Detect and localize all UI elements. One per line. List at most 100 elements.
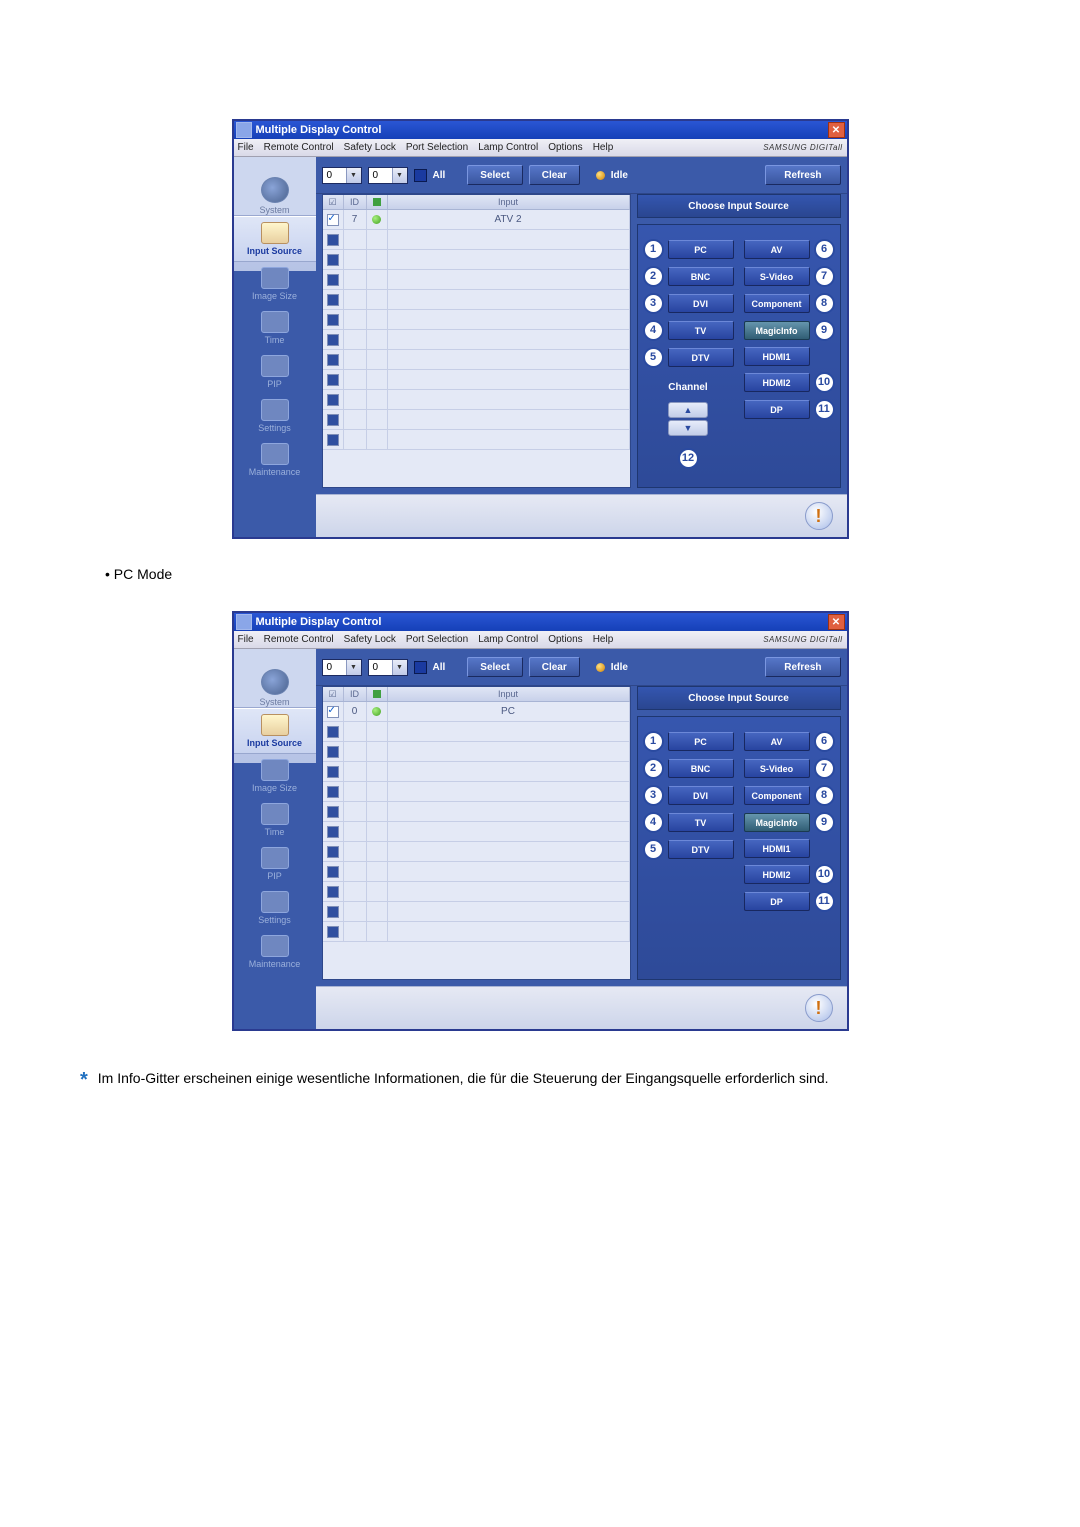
sidebar-item-pip[interactable]: PIP bbox=[234, 350, 316, 394]
col-status[interactable] bbox=[367, 687, 388, 701]
source-component-button[interactable]: Component bbox=[744, 786, 810, 805]
source-hdmi1-button[interactable]: HDMI1 bbox=[744, 347, 810, 366]
col-input[interactable]: Input bbox=[388, 687, 630, 701]
table-row[interactable] bbox=[323, 230, 630, 250]
source-dp-button[interactable]: DP bbox=[744, 892, 810, 911]
channel-down-button[interactable]: ▼ bbox=[668, 420, 708, 436]
source-tv-button[interactable]: TV bbox=[668, 813, 734, 832]
table-row[interactable] bbox=[323, 782, 630, 802]
table-row[interactable]: 7 ATV 2 bbox=[323, 210, 630, 230]
select-button[interactable]: Select bbox=[467, 165, 522, 185]
source-hdmi2-button[interactable]: HDMI2 bbox=[744, 865, 810, 884]
menu-help[interactable]: Help bbox=[593, 142, 614, 153]
menu-safety-lock[interactable]: Safety Lock bbox=[344, 634, 396, 645]
clear-button[interactable]: Clear bbox=[529, 165, 580, 185]
menu-port-selection[interactable]: Port Selection bbox=[406, 634, 468, 645]
table-row[interactable] bbox=[323, 882, 630, 902]
info-icon[interactable]: ! bbox=[805, 502, 833, 530]
table-row[interactable] bbox=[323, 410, 630, 430]
source-dtv-button[interactable]: DTV bbox=[668, 840, 734, 859]
source-bnc-button[interactable]: BNC bbox=[668, 267, 734, 286]
table-row[interactable] bbox=[323, 350, 630, 370]
sidebar-item-system[interactable]: System bbox=[234, 649, 316, 708]
source-dp-button[interactable]: DP bbox=[744, 400, 810, 419]
sidebar-item-input-source[interactable]: Input Source bbox=[234, 216, 316, 262]
clear-button[interactable]: Clear bbox=[529, 657, 580, 677]
sidebar-item-settings[interactable]: Settings bbox=[234, 886, 316, 930]
source-hdmi1-button[interactable]: HDMI1 bbox=[744, 839, 810, 858]
source-magicinfo-button[interactable]: MagicInfo bbox=[744, 813, 810, 832]
sidebar-item-image-size[interactable]: Image Size bbox=[234, 262, 316, 306]
sidebar-item-time[interactable]: Time bbox=[234, 798, 316, 842]
dropdown-2[interactable]: 0▼ bbox=[368, 167, 408, 184]
sidebar-item-pip[interactable]: PIP bbox=[234, 842, 316, 886]
refresh-button[interactable]: Refresh bbox=[765, 165, 840, 185]
row-checkbox[interactable] bbox=[327, 706, 339, 718]
menu-remote-control[interactable]: Remote Control bbox=[264, 634, 334, 645]
source-bnc-button[interactable]: BNC bbox=[668, 759, 734, 778]
table-row[interactable] bbox=[323, 370, 630, 390]
sidebar-item-maintenance[interactable]: Maintenance bbox=[234, 438, 316, 482]
source-svideo-button[interactable]: S-Video bbox=[744, 267, 810, 286]
all-checkbox[interactable] bbox=[414, 169, 427, 182]
dropdown-2[interactable]: 0▼ bbox=[368, 659, 408, 676]
close-icon[interactable]: ✕ bbox=[828, 122, 845, 138]
select-button[interactable]: Select bbox=[467, 657, 522, 677]
menu-file[interactable]: File bbox=[238, 634, 254, 645]
table-row[interactable] bbox=[323, 822, 630, 842]
menu-options[interactable]: Options bbox=[548, 634, 582, 645]
source-hdmi2-button[interactable]: HDMI2 bbox=[744, 373, 810, 392]
source-av-button[interactable]: AV bbox=[744, 732, 810, 751]
menu-lamp-control[interactable]: Lamp Control bbox=[478, 634, 538, 645]
table-row[interactable] bbox=[323, 862, 630, 882]
all-checkbox[interactable] bbox=[414, 661, 427, 674]
table-row[interactable] bbox=[323, 250, 630, 270]
table-row[interactable] bbox=[323, 430, 630, 450]
table-row[interactable] bbox=[323, 902, 630, 922]
source-dvi-button[interactable]: DVI bbox=[668, 786, 734, 805]
table-row[interactable] bbox=[323, 742, 630, 762]
source-component-button[interactable]: Component bbox=[744, 294, 810, 313]
dropdown-1[interactable]: 0▼ bbox=[322, 659, 362, 676]
close-icon[interactable]: ✕ bbox=[828, 614, 845, 630]
dropdown-1[interactable]: 0▼ bbox=[322, 167, 362, 184]
menu-port-selection[interactable]: Port Selection bbox=[406, 142, 468, 153]
sidebar-item-time[interactable]: Time bbox=[234, 306, 316, 350]
source-pc-button[interactable]: PC bbox=[668, 240, 734, 259]
table-row[interactable] bbox=[323, 310, 630, 330]
menu-help[interactable]: Help bbox=[593, 634, 614, 645]
source-av-button[interactable]: AV bbox=[744, 240, 810, 259]
col-check[interactable]: ☑ bbox=[323, 687, 344, 701]
source-magicinfo-button[interactable]: MagicInfo bbox=[744, 321, 810, 340]
menu-file[interactable]: File bbox=[238, 142, 254, 153]
table-row[interactable] bbox=[323, 922, 630, 942]
sidebar-item-input-source[interactable]: Input Source bbox=[234, 708, 316, 754]
table-row[interactable] bbox=[323, 802, 630, 822]
source-svideo-button[interactable]: S-Video bbox=[744, 759, 810, 778]
col-id[interactable]: ID bbox=[344, 195, 367, 209]
table-row[interactable] bbox=[323, 390, 630, 410]
sidebar-item-image-size[interactable]: Image Size bbox=[234, 754, 316, 798]
sidebar-item-system[interactable]: System bbox=[234, 157, 316, 216]
sidebar-item-settings[interactable]: Settings bbox=[234, 394, 316, 438]
source-dtv-button[interactable]: DTV bbox=[668, 348, 734, 367]
menu-remote-control[interactable]: Remote Control bbox=[264, 142, 334, 153]
table-row[interactable] bbox=[323, 842, 630, 862]
table-row[interactable] bbox=[323, 722, 630, 742]
table-row[interactable] bbox=[323, 762, 630, 782]
table-row[interactable] bbox=[323, 270, 630, 290]
menu-lamp-control[interactable]: Lamp Control bbox=[478, 142, 538, 153]
table-row[interactable] bbox=[323, 290, 630, 310]
table-row[interactable] bbox=[323, 330, 630, 350]
col-input[interactable]: Input bbox=[388, 195, 630, 209]
menu-safety-lock[interactable]: Safety Lock bbox=[344, 142, 396, 153]
menu-options[interactable]: Options bbox=[548, 142, 582, 153]
col-status[interactable] bbox=[367, 195, 388, 209]
source-dvi-button[interactable]: DVI bbox=[668, 294, 734, 313]
info-icon[interactable]: ! bbox=[805, 994, 833, 1022]
sidebar-item-maintenance[interactable]: Maintenance bbox=[234, 930, 316, 974]
table-row[interactable]: 0 PC bbox=[323, 702, 630, 722]
col-id[interactable]: ID bbox=[344, 687, 367, 701]
refresh-button[interactable]: Refresh bbox=[765, 657, 840, 677]
col-check[interactable]: ☑ bbox=[323, 195, 344, 209]
